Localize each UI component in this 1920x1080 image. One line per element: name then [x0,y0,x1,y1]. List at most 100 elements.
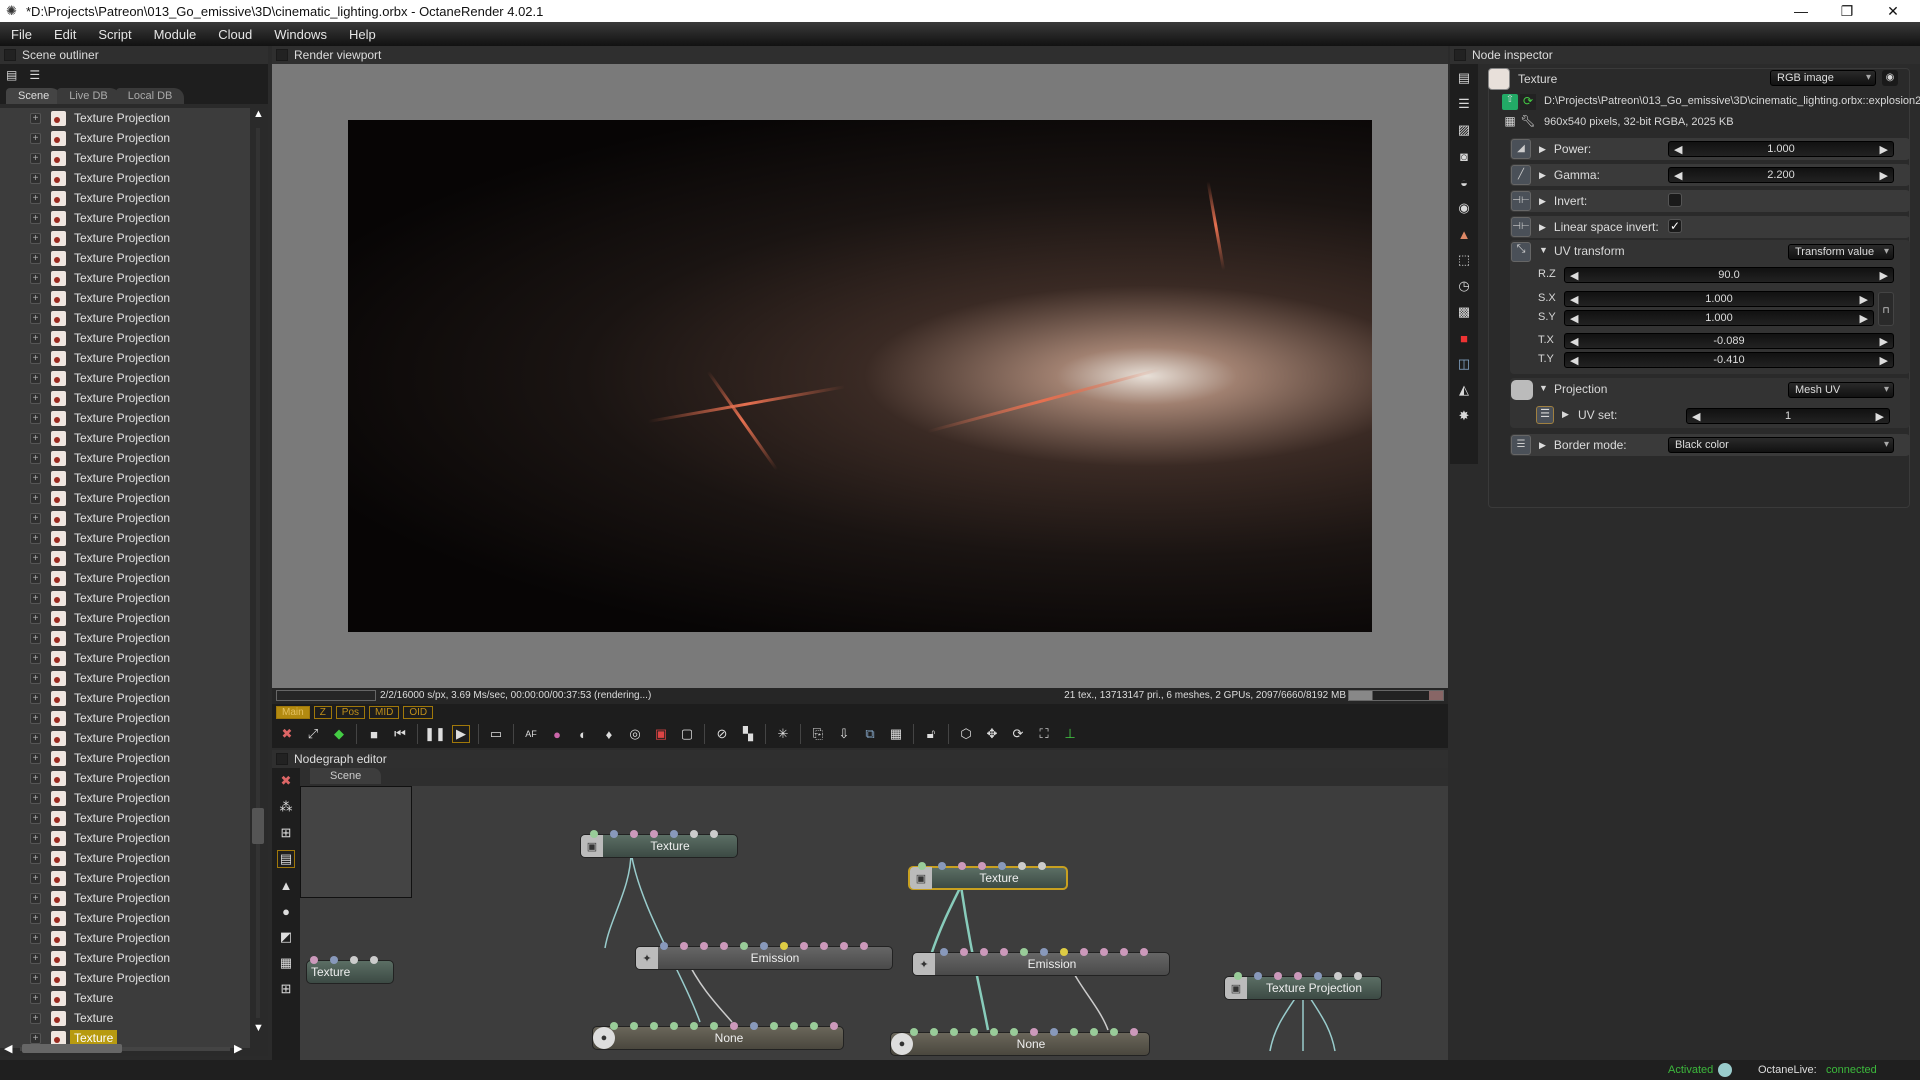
node-input-pin[interactable] [830,1022,838,1030]
copy-icon[interactable]: ⎘ [809,725,827,743]
expand-node-icon[interactable]: + [30,872,41,884]
node-texture-selected[interactable]: ▣ Texture [908,866,1068,890]
power-slider[interactable]: ◀ 1.000 ▶ [1668,141,1894,157]
expand-node-icon[interactable]: + [30,152,41,164]
expand-node-icon[interactable]: + [30,192,41,204]
transform-mode-dropdown[interactable]: Transform value [1788,244,1894,260]
camera-target-icon[interactable]: ◎ [626,725,644,743]
tree-item[interactable]: + Texture Projection [0,548,250,568]
collapse-all-icon[interactable]: ☰ [29,68,40,82]
node-material-none[interactable]: ● None [592,1026,844,1050]
node-input-pin[interactable] [760,942,768,950]
panel-toggle[interactable] [276,49,288,61]
restart-icon[interactable]: ⏮ [391,725,409,743]
node-input-pin[interactable] [720,942,728,950]
node-input-pin[interactable] [630,830,638,838]
save-icon[interactable]: ⇩ [835,725,853,743]
expand-node-icon[interactable]: + [30,452,41,464]
node-input-pin[interactable] [1100,948,1108,956]
node-input-pin[interactable] [1030,1028,1038,1036]
node-input-pin[interactable] [840,942,848,950]
node-input-pin[interactable] [970,1028,978,1036]
node-input-pin[interactable] [860,942,868,950]
expand-node-icon[interactable]: + [30,612,41,624]
restore-button[interactable]: ❐ [1824,0,1870,22]
node-input-pin[interactable] [630,1022,638,1030]
tree-item[interactable]: + Texture Projection [0,908,250,928]
expand-node-icon[interactable]: + [30,112,41,124]
expand-node-icon[interactable]: + [30,852,41,864]
expand-node-icon[interactable]: + [30,472,41,484]
tree-item[interactable]: + Texture Projection [0,628,250,648]
tree-item[interactable]: + Texture [0,1008,250,1028]
node-input-pin[interactable] [1060,948,1068,956]
expand-node-icon[interactable]: + [30,952,41,964]
expand-all-icon[interactable]: ▤ [6,68,17,82]
light-icon[interactable]: ✸ [1455,407,1473,425]
ty-slider[interactable]: ◀ -0.410 ▶ [1564,352,1894,368]
panel-toggle[interactable] [276,753,288,765]
outliner-horizontal-scrollbar[interactable]: ◀ ▶ [0,1042,250,1056]
image-icon[interactable]: ▨ [1455,121,1473,139]
node-input-pin[interactable] [820,942,828,950]
grid-snap-icon[interactable]: ▦ [277,954,295,972]
node-input-pin[interactable] [610,830,618,838]
tree-item[interactable]: + Texture Projection [0,188,250,208]
node-input-pin[interactable] [1080,948,1088,956]
expand-node-icon[interactable]: + [30,652,41,664]
menu-cloud[interactable]: Cloud [207,27,263,42]
tree-item[interactable]: + Texture Projection [0,248,250,268]
node-input-pin[interactable] [670,1022,678,1030]
node-input-pin[interactable] [950,1028,958,1036]
environment-icon[interactable]: ◒ [1455,173,1473,191]
expand-node-icon[interactable]: + [30,532,41,544]
pass-z[interactable]: Z [313,705,332,719]
node-input-pin[interactable] [1110,1028,1118,1036]
expand-node-icon[interactable]: + [30,492,41,504]
tab-live-db[interactable]: Live DB [57,88,120,104]
region-icon[interactable]: ▭ [487,725,505,743]
recenter-graph-icon[interactable]: ✖ [277,772,295,790]
rotate-icon[interactable]: ⟳ [1009,725,1027,743]
node-input-pin[interactable] [1140,948,1148,956]
border-mode-dropdown[interactable]: Black color [1668,437,1894,453]
node-input-pin[interactable] [710,1022,718,1030]
collapse-all-icon[interactable]: ☰ [1455,95,1473,113]
node-input-pin[interactable] [680,942,688,950]
expand-node-icon[interactable]: + [30,992,41,1004]
panel-toggle[interactable] [4,49,16,61]
rz-slider[interactable]: ◀ 90.0 ▶ [1564,267,1894,283]
node-input-pin[interactable] [810,1022,818,1030]
node-input-pin[interactable] [1090,1028,1098,1036]
tree-item[interactable]: + Texture Projection [0,408,250,428]
node-input-pin[interactable] [998,862,1006,870]
tree-item[interactable]: + Texture Projection [0,468,250,488]
pass-mid[interactable]: MID [369,705,400,719]
axis-gizmo-icon[interactable]: ⊥ [1061,725,1079,743]
expand-node-icon[interactable]: + [30,912,41,924]
tree-item[interactable]: + Texture Projection [0,708,250,728]
expand-node-icon[interactable]: + [30,392,41,404]
node-input-pin[interactable] [350,956,358,964]
vertical-scroll-thumb[interactable] [252,808,264,844]
node-input-pin[interactable] [918,862,926,870]
expand-node-icon[interactable]: + [30,672,41,684]
rearrange-icon[interactable]: ⁂ [277,798,295,816]
tree-item[interactable]: + Texture Projection [0,768,250,788]
node-input-pin[interactable] [590,830,598,838]
expand-arrow-icon[interactable]: ▶ [1539,222,1546,233]
tree-item[interactable]: + Texture Projection [0,648,250,668]
collapse-arrow-icon[interactable]: ▼ [1539,383,1548,393]
node-input-pin[interactable] [1020,948,1028,956]
visible-environment-icon[interactable]: ◉ [1455,199,1473,217]
recenter-icon[interactable]: ✖ [278,725,296,743]
node-material-none[interactable]: ● None [890,1032,1150,1056]
tree-item[interactable]: + Texture [0,988,250,1008]
expand-node-icon[interactable]: + [30,832,41,844]
expand-node-icon[interactable]: + [30,552,41,564]
tab-scene[interactable]: Scene [6,88,62,104]
node-input-pin[interactable] [370,956,378,964]
fit-icon[interactable]: ⤢ [304,725,322,743]
tx-slider[interactable]: ◀ -0.089 ▶ [1564,333,1894,349]
play-icon[interactable]: ▶ [452,725,470,743]
